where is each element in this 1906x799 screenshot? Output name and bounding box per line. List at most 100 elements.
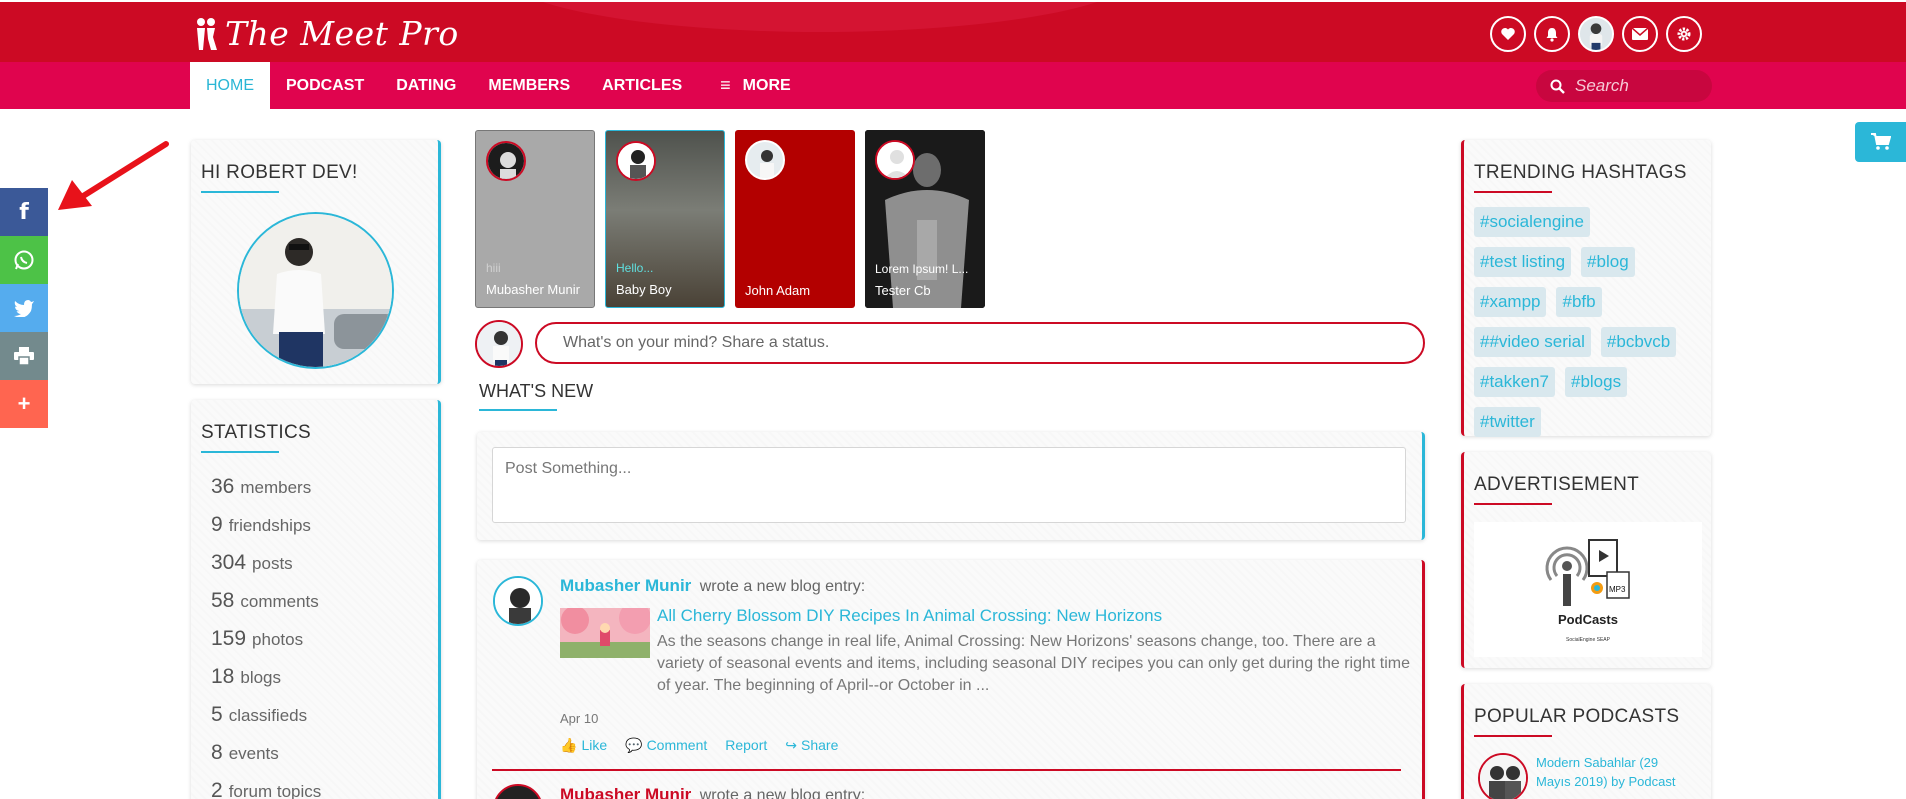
- podcast-item[interactable]: Modern Sabahlar (29 Mayıs 2019) by Podca…: [1478, 753, 1696, 799]
- heart-icon[interactable]: [1490, 16, 1526, 52]
- nav-item-home[interactable]: HOME: [190, 62, 270, 109]
- title-underline: [1474, 735, 1552, 737]
- hashtag[interactable]: #test listing: [1474, 247, 1572, 277]
- title-underline: [479, 409, 557, 411]
- story-text: Lorem Ipsum! L...: [875, 262, 969, 276]
- main-nav: HOME PODCAST DATING MEMBERS ARTICLES ≡ M…: [190, 62, 807, 109]
- whatsapp-share-button[interactable]: [0, 236, 48, 284]
- hashtag[interactable]: #socialengine: [1474, 207, 1590, 237]
- post-placeholder: Post Something...: [505, 460, 632, 477]
- thumbs-up-icon: 👍: [560, 737, 578, 753]
- stat-photos: 159 photos: [211, 627, 304, 650]
- social-share-bar: f +: [0, 188, 48, 428]
- story-author: Baby Boy: [616, 282, 672, 297]
- hashtag[interactable]: #bcbvcb: [1600, 327, 1677, 357]
- story-author: John Adam: [745, 283, 811, 298]
- feed-header: Mubasher Munir wrote a new blog entry:: [560, 576, 865, 596]
- story-text: hiii: [486, 261, 501, 275]
- share-button[interactable]: ↪ Share: [785, 737, 838, 754]
- feed-header: Mubasher Munir wrote a new blog entry:: [560, 785, 865, 799]
- story-author: Mubasher Munir: [486, 282, 580, 297]
- cart-button[interactable]: [1855, 122, 1906, 162]
- report-button[interactable]: Report: [725, 737, 767, 754]
- nav-item-podcast[interactable]: PODCAST: [270, 62, 380, 109]
- story-avatar: [486, 141, 526, 181]
- red-arrow-annotation: [58, 141, 169, 210]
- advertisement-banner[interactable]: MP3 PodCasts SocialEngine SEAP: [1474, 522, 1702, 657]
- author-link[interactable]: Mubasher Munir: [560, 576, 691, 595]
- nav-item-dating[interactable]: DATING: [380, 62, 472, 109]
- blog-title-link[interactable]: All Cherry Blossom DIY Recipes In Animal…: [657, 606, 1162, 626]
- statistics-card: STATISTICS 36 members 9 friendships 304 pos…: [191, 400, 441, 799]
- twitter-share-button[interactable]: [0, 284, 48, 332]
- top-header: The Meet Pro: [0, 2, 1906, 62]
- cart-icon: [1870, 133, 1891, 150]
- nav-item-more[interactable]: ≡ MORE: [698, 62, 807, 109]
- post-input[interactable]: Post Something...: [492, 447, 1406, 523]
- nav-item-articles[interactable]: ARTICLES: [586, 62, 698, 109]
- status-input[interactable]: What's on your mind? Share a status.: [535, 322, 1425, 364]
- popular-podcasts-card: POPULAR PODCASTS Modern Sabahlar (29 May…: [1461, 684, 1711, 799]
- story-card[interactable]: Lorem Ipsum! L... Tester Cb: [865, 130, 985, 308]
- profile-card: HI ROBERT DEV!: [191, 140, 441, 384]
- twitter-icon: [14, 300, 34, 317]
- profile-photo[interactable]: [237, 212, 394, 369]
- facebook-icon: f: [19, 199, 29, 225]
- author-link[interactable]: Mubasher Munir: [560, 785, 691, 799]
- more-icon: +: [17, 391, 31, 416]
- advertisement-title: ADVERTISEMENT: [1474, 474, 1640, 495]
- post-composer: Post Something...: [477, 432, 1425, 540]
- podcast-icon: MP3: [1545, 539, 1630, 606]
- story-text: Hello...: [616, 261, 654, 275]
- story-card[interactable]: Hello... Baby Boy: [605, 130, 725, 308]
- story-card[interactable]: hiii Mubasher Munir: [475, 130, 595, 308]
- story-card[interactable]: John Adam: [735, 130, 855, 308]
- nav-item-members[interactable]: MEMBERS: [472, 62, 586, 109]
- hashtag[interactable]: #twitter: [1474, 407, 1541, 437]
- gear-icon[interactable]: [1666, 16, 1702, 52]
- author-avatar[interactable]: [493, 576, 543, 626]
- story-avatar: [745, 140, 785, 180]
- feed-date: Apr 10: [560, 711, 599, 726]
- more-share-button[interactable]: +: [0, 380, 48, 428]
- stat-forum-topics: 2 forum topics: [211, 779, 322, 799]
- envelope-icon[interactable]: [1622, 16, 1658, 52]
- statistics-list: 36 members 9 friendships 304 posts 58 commen…: [211, 475, 438, 799]
- hashtag[interactable]: #takken7: [1474, 367, 1555, 397]
- hashtags-title: TRENDING HASHTAGS: [1474, 162, 1687, 183]
- story-avatar: [875, 140, 915, 180]
- bell-icon[interactable]: [1534, 16, 1570, 52]
- hashtag[interactable]: #xampp: [1474, 287, 1547, 317]
- logo-mark-icon: [197, 17, 217, 50]
- user-avatar: [475, 320, 523, 368]
- blog-thumbnail[interactable]: [560, 608, 650, 658]
- podcast-title-link[interactable]: Modern Sabahlar (29 Mayıs 2019) by Podca…: [1536, 753, 1696, 799]
- comment-button[interactable]: 💬 Comment: [625, 737, 707, 754]
- facebook-share-button[interactable]: f: [0, 188, 48, 236]
- comment-icon: 💬: [625, 737, 643, 753]
- user-avatar[interactable]: [1578, 16, 1614, 52]
- hashtag[interactable]: #blogs: [1565, 367, 1628, 397]
- stat-blogs: 18 blogs: [211, 665, 281, 688]
- story-author: Tester Cb: [875, 283, 931, 298]
- ad-sublabel: SocialEngine SEAP: [1566, 637, 1610, 643]
- story-avatar: [616, 141, 656, 181]
- stat-comments: 58 comments: [211, 589, 319, 612]
- hashtag[interactable]: #blog: [1581, 247, 1635, 277]
- stat-classifieds: 5 classifieds: [211, 703, 308, 726]
- title-underline: [1474, 503, 1552, 505]
- mp3-label: MP3: [1609, 585, 1626, 594]
- like-button[interactable]: 👍 Like: [560, 737, 607, 754]
- hashtag[interactable]: ##video serial: [1474, 327, 1591, 357]
- menu-icon: ≡: [720, 75, 731, 95]
- site-logo[interactable]: The Meet Pro: [193, 14, 459, 53]
- ad-label: PodCasts: [1558, 612, 1618, 627]
- stat-friendships: 9 friendships: [211, 513, 311, 536]
- print-share-button[interactable]: [0, 332, 48, 380]
- main-nav-bar: HOME PODCAST DATING MEMBERS ARTICLES ≡ M…: [0, 62, 1906, 109]
- hashtag[interactable]: #bfb: [1556, 287, 1602, 317]
- whatsapp-icon: [14, 250, 34, 270]
- feed-action-text: wrote a new blog entry:: [699, 578, 866, 595]
- author-avatar[interactable]: [493, 784, 543, 799]
- search-input[interactable]: Search: [1536, 70, 1712, 102]
